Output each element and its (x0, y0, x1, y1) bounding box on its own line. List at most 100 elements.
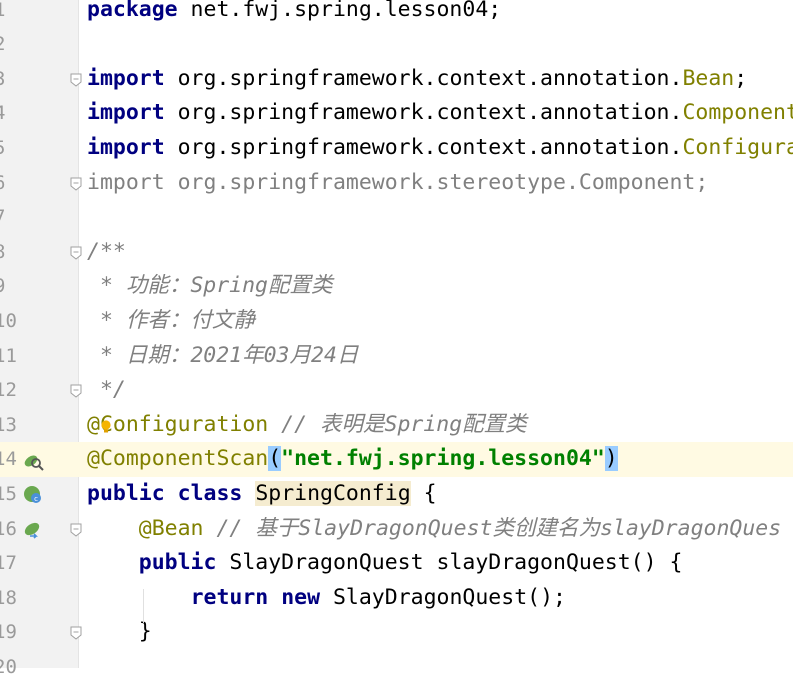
code-token: * 作者：付文静 (87, 307, 255, 333)
fold-marker-icon[interactable] (70, 383, 82, 398)
code-line[interactable]: 19 } (0, 615, 793, 650)
code-text[interactable]: import org.springframework.stereotype.Co… (87, 166, 708, 201)
code-token: import (87, 134, 165, 160)
code-token: import (87, 65, 165, 91)
fold-marker-icon[interactable] (70, 522, 82, 537)
fold-marker-icon[interactable] (70, 245, 82, 260)
code-text[interactable]: return new SlayDragonQuest(); (87, 581, 566, 616)
code-token: return (190, 584, 269, 610)
code-line[interactable]: 15 c public class SpringConfig { (0, 477, 793, 512)
code-line[interactable]: 18 return new SlayDragonQuest(); (0, 581, 793, 616)
code-text[interactable]: public class SpringConfig { (87, 477, 437, 512)
code-token: } (87, 619, 152, 645)
code-token: { (410, 480, 437, 506)
code-token: // 基于SlayDragonQuest类创建名为slayDragonQues (203, 515, 782, 541)
code-text[interactable]: import org.springframework.context.annot… (87, 62, 747, 97)
code-text[interactable]: @Bean // 基于SlayDragonQuest类创建名为slayDrago… (87, 512, 781, 547)
code-line[interactable]: 5 import org.springframework.context.anno… (0, 131, 793, 166)
svg-text:c: c (34, 495, 38, 503)
bean-search-icon[interactable] (22, 449, 44, 472)
code-token: // 表明是Spring配置类 (268, 411, 527, 437)
line-number: 4 (0, 96, 18, 131)
fold-marker-icon[interactable] (70, 625, 82, 640)
line-number: 19 (0, 621, 17, 644)
line-number: 1 (0, 0, 18, 27)
line-number: 8 (0, 235, 18, 270)
code-line[interactable]: 3 import org.springframework.context.anno… (0, 62, 793, 97)
code-token: org.springframework.stereotype.Component… (164, 169, 709, 195)
code-line[interactable]: 6 import org.springframework.stereotype.C… (0, 166, 793, 201)
line-number: 11 (0, 344, 17, 367)
line-number: 3 (0, 62, 18, 97)
code-line[interactable]: 4 import org.springframework.context.anno… (0, 96, 793, 131)
line-number: 14 (0, 448, 17, 471)
code-line[interactable]: 11 * 日期：2021年03月24日 (0, 339, 793, 374)
code-text[interactable]: /** (87, 235, 126, 270)
code-token: SlayDragonQuest(); (320, 584, 566, 610)
code-text[interactable]: @ComponentScan("net.fwj.spring.lesson04"… (87, 442, 618, 477)
lightbulb-icon[interactable] (100, 420, 112, 434)
code-line[interactable]: 20 (0, 650, 793, 684)
code-text[interactable]: package net.fwj.spring.lesson04; (87, 0, 501, 27)
code-token: package (87, 0, 178, 22)
code-line[interactable]: 9 * 功能：Spring配置类 (0, 269, 793, 304)
fold-marker-icon[interactable] (70, 176, 82, 191)
code-line[interactable]: 17 public SlayDragonQuest slayDragonQues… (0, 546, 793, 581)
line-number: 17 (0, 552, 17, 575)
code-line[interactable]: 13 @Configuration // 表明是Spring配置类 (0, 408, 793, 443)
code-line[interactable]: 8 /** (0, 235, 793, 270)
code-token: ; (734, 65, 748, 91)
code-text[interactable]: * 作者：付文静 (87, 304, 255, 339)
line-number: 16 (0, 517, 17, 540)
line-number: 6 (0, 166, 18, 201)
code-token: public (87, 480, 165, 506)
code-token: new (281, 584, 321, 610)
line-number: 20 (0, 655, 17, 678)
code-token: import (87, 100, 165, 126)
code-token: * 功能：Spring配置类 (87, 273, 333, 299)
code-line[interactable]: 10 * 作者：付文静 (0, 304, 793, 339)
code-text[interactable]: public SlayDragonQuest slayDragonQuest()… (87, 546, 683, 581)
code-token: SpringConfig (255, 480, 411, 506)
code-token: org.springframework.context.annotation. (164, 134, 683, 160)
line-number: 9 (0, 269, 18, 304)
code-token: Component (682, 100, 793, 126)
line-number: 18 (0, 586, 17, 609)
fold-marker-icon[interactable] (70, 72, 82, 87)
code-line[interactable]: 1 package net.fwj.spring.lesson04; (0, 0, 793, 27)
line-number: 2 (0, 27, 18, 62)
code-text[interactable]: import org.springframework.context.annot… (87, 96, 793, 131)
code-line[interactable]: 16 @Bean // 基于SlayDragonQuest类创建名为slayDr… (0, 512, 793, 547)
code-token: net.fwj.spring.lesson04; (177, 0, 502, 22)
code-text[interactable]: import org.springframework.context.annot… (87, 131, 793, 166)
line-number: 12 (0, 379, 17, 402)
code-token: Configura (682, 134, 793, 160)
code-token: public (138, 550, 217, 576)
code-text[interactable]: * 功能：Spring配置类 (87, 269, 333, 304)
code-line[interactable]: 12 */ (0, 373, 793, 408)
code-token: */ (87, 377, 126, 403)
code-token: ( (268, 446, 282, 472)
code-line[interactable]: 7 (0, 200, 793, 235)
code-token: SlayDragonQuest slayDragonQuest() { (216, 550, 683, 576)
line-number: 7 (0, 200, 18, 235)
code-token: class (177, 480, 243, 506)
code-text[interactable]: @Configuration // 表明是Spring配置类 (87, 408, 527, 443)
line-number: 13 (0, 413, 17, 436)
code-text[interactable]: * 日期：2021年03月24日 (87, 339, 358, 374)
code-line[interactable]: 2 (0, 27, 793, 62)
spring-class-icon[interactable]: c (22, 484, 44, 506)
line-number: 15 (0, 482, 17, 505)
code-line[interactable]: 14 @ComponentScan("net.fwj.spring.lesson0… (0, 442, 793, 477)
bean-navigate-icon[interactable] (22, 519, 44, 541)
line-number: 5 (0, 131, 18, 166)
code-token: "net.fwj.spring.lesson04" (281, 446, 605, 472)
code-token: @Configuration (87, 411, 269, 437)
code-text[interactable]: */ (87, 373, 126, 408)
